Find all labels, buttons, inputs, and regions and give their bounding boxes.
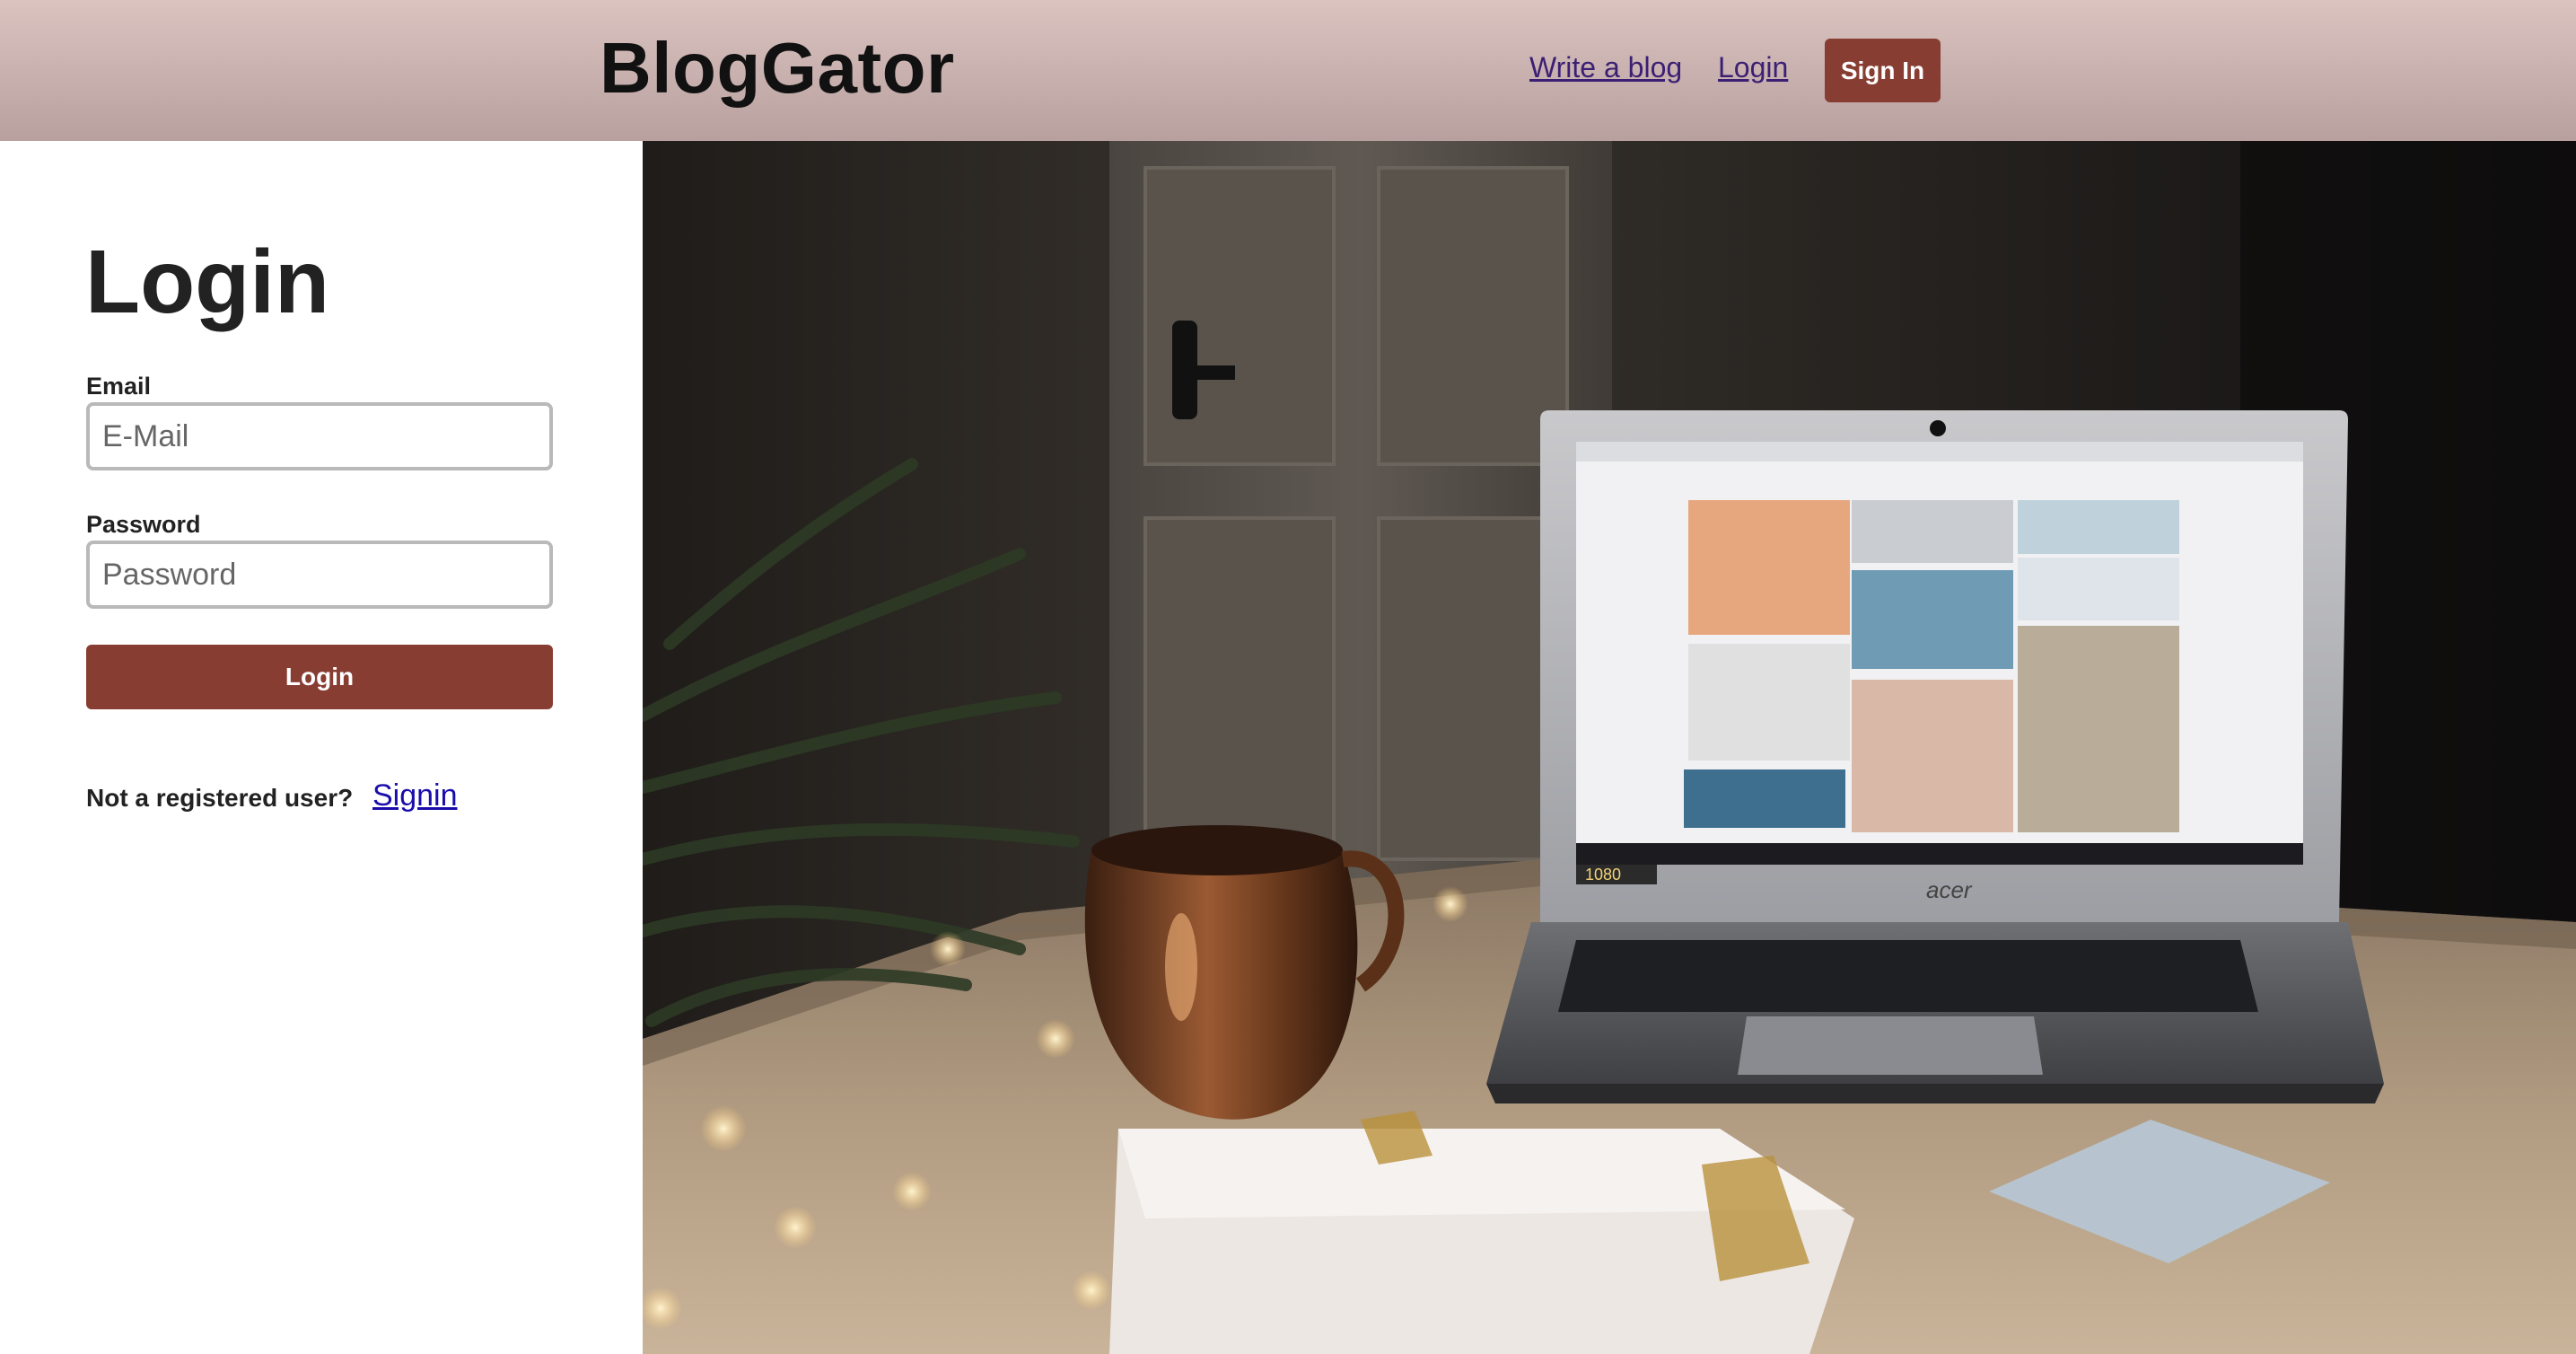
nav-login-link[interactable]: Login [1718,51,1788,84]
email-field[interactable] [86,402,553,470]
top-navbar: BlogGator Write a blog Login Sign In [0,0,2576,141]
login-panel: Login Email Password Login Not a registe… [0,141,643,1354]
brand-logo[interactable]: BlogGator [600,27,955,110]
login-submit-button[interactable]: Login [86,645,553,709]
screen-badge-text: 1080 [1585,866,1621,884]
email-label: Email [86,373,152,400]
nav-write-blog-link[interactable]: Write a blog [1529,51,1682,84]
laptop-brand-text: acer [1926,876,1973,903]
nav-sign-in-button[interactable]: Sign In [1825,39,1941,102]
password-label: Password [86,511,201,538]
hero-image: 1080 acer [643,141,2576,1354]
not-registered-text: Not a registered user? [86,784,354,812]
signin-link[interactable]: Signin [372,778,458,813]
page-title: Login [85,232,330,332]
password-field[interactable] [86,541,553,609]
hero-photo-illustration: 1080 acer [643,141,2576,1354]
